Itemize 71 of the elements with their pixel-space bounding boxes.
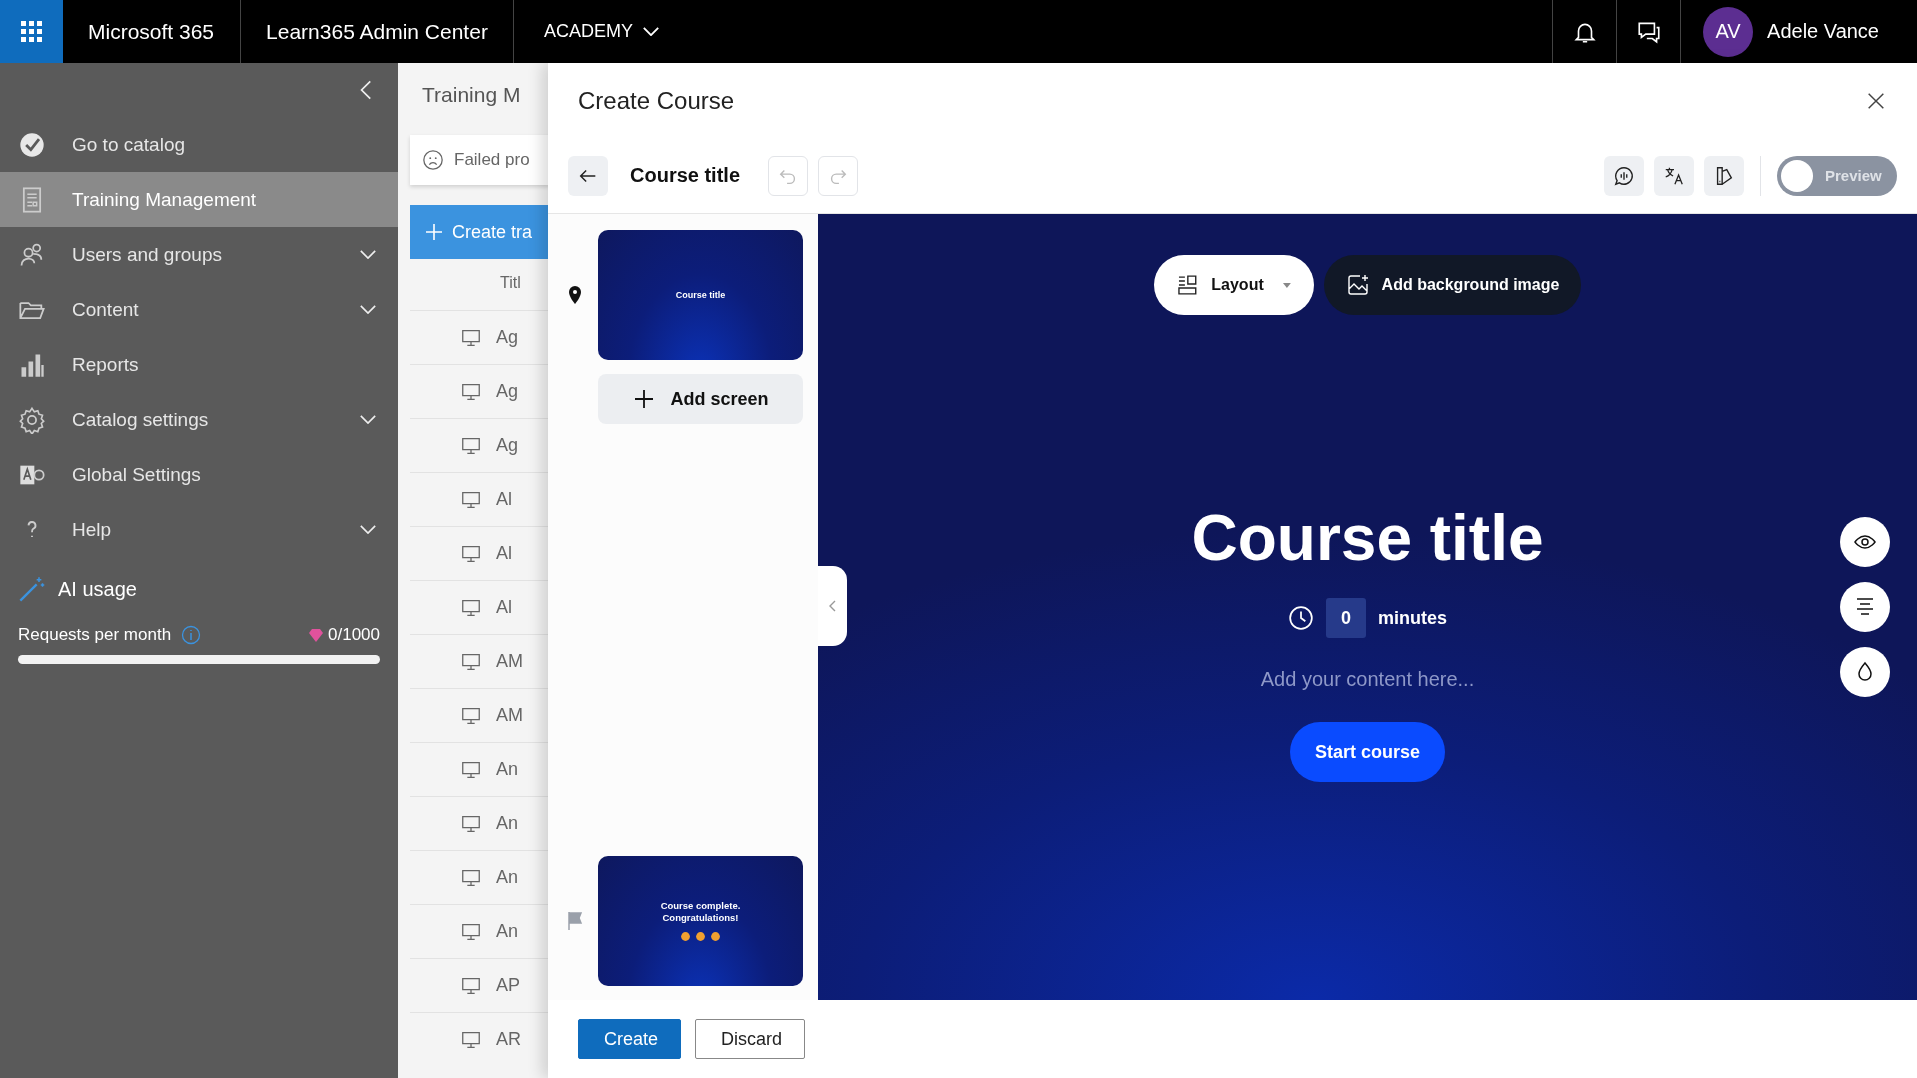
thumbnail-title: Course complete. Congratulations! xyxy=(659,899,742,924)
table-cell: Ag xyxy=(496,435,519,456)
content-field[interactable]: Add your content here... xyxy=(1260,668,1475,691)
flag-icon xyxy=(565,911,585,931)
table-cell: AP xyxy=(496,975,520,996)
page-title: Training M xyxy=(422,83,521,107)
add-background-image-button[interactable]: Add background image xyxy=(1323,255,1582,315)
nav-item[interactable]: Catalog settings xyxy=(0,392,398,447)
clock-icon xyxy=(1288,605,1314,631)
add-screen-button[interactable]: Add screen xyxy=(598,374,803,424)
sad-face-icon xyxy=(422,149,444,171)
settings-icon xyxy=(18,405,46,434)
table-cell: Al xyxy=(496,543,512,564)
course-title[interactable]: Course title xyxy=(618,164,759,187)
nav-item[interactable]: Users and groups xyxy=(0,227,398,282)
duration-unit: minutes xyxy=(1378,607,1447,629)
ai-usage-title: AI usage xyxy=(58,577,137,601)
nav-item[interactable]: Reports xyxy=(0,337,398,392)
eye-icon[interactable] xyxy=(1840,517,1890,567)
table-cell: AR xyxy=(496,1029,521,1050)
nav-item[interactable]: Go to catalog xyxy=(0,117,398,172)
user-avatar[interactable]: AV xyxy=(1703,6,1754,57)
collapse-panel-icon[interactable] xyxy=(818,566,847,646)
magic-wand-icon xyxy=(18,575,46,603)
create-training-button[interactable]: Create tra xyxy=(410,205,548,259)
table-cell: An xyxy=(496,759,519,780)
duration-field[interactable]: 0 xyxy=(1326,598,1366,638)
layout-dropdown[interactable]: Layout xyxy=(1153,255,1314,315)
nav-item[interactable]: Global Settings xyxy=(0,447,398,502)
thumbnail-title: Course title xyxy=(675,290,726,300)
requests-count: 0/1000 xyxy=(328,625,380,645)
emoji-icon xyxy=(710,931,721,943)
discard-button[interactable]: Discard xyxy=(695,1019,805,1059)
table-cell: An xyxy=(496,813,519,834)
table-cell: Ag xyxy=(496,327,519,348)
table-cell: Al xyxy=(496,597,512,618)
tenant-dropdown[interactable]: ACADEMY xyxy=(513,21,659,42)
emoji-icon xyxy=(695,931,706,943)
audio-chat-icon[interactable] xyxy=(1604,155,1644,196)
plus-icon xyxy=(424,222,444,242)
palette-icon[interactable] xyxy=(1704,155,1744,196)
alert-text: Failed pro xyxy=(454,150,530,170)
column-header[interactable]: Titl xyxy=(410,259,548,310)
gem-icon xyxy=(308,627,324,643)
back-button[interactable] xyxy=(568,155,608,196)
align-center-icon[interactable] xyxy=(1840,582,1890,632)
table-cell: Ag xyxy=(496,381,519,402)
check-circle-icon xyxy=(18,130,46,159)
app-launcher-icon[interactable] xyxy=(0,0,63,63)
translate-icon[interactable] xyxy=(1654,155,1694,196)
screen-thumbnail[interactable]: Course title xyxy=(598,230,803,360)
table-cell: Al xyxy=(496,489,512,510)
table-cell: AM xyxy=(496,705,523,726)
drop-icon[interactable] xyxy=(1840,647,1890,697)
nav-item[interactable]: Content xyxy=(0,282,398,337)
nav-item[interactable]: Training Management xyxy=(0,172,398,227)
start-course-button[interactable]: Start course xyxy=(1289,722,1445,782)
emoji-icon xyxy=(680,931,691,943)
requests-label: Requests per month xyxy=(18,625,172,645)
image-add-icon xyxy=(1345,273,1370,297)
user-name[interactable]: Adele Vance xyxy=(1767,20,1879,43)
create-button[interactable]: Create xyxy=(578,1019,681,1059)
course-title-heading[interactable]: Course title xyxy=(1191,498,1544,578)
table-cell: An xyxy=(496,921,519,942)
chevron-icon xyxy=(642,27,659,36)
dialog-title: Create Course xyxy=(578,86,736,115)
table-cell: AM xyxy=(496,651,523,672)
screen-thumbnail[interactable]: Course complete. Congratulations! xyxy=(598,856,803,986)
nav-item[interactable]: Help xyxy=(0,502,398,557)
caret-icon xyxy=(1281,280,1292,290)
table-cell: An xyxy=(496,867,519,888)
